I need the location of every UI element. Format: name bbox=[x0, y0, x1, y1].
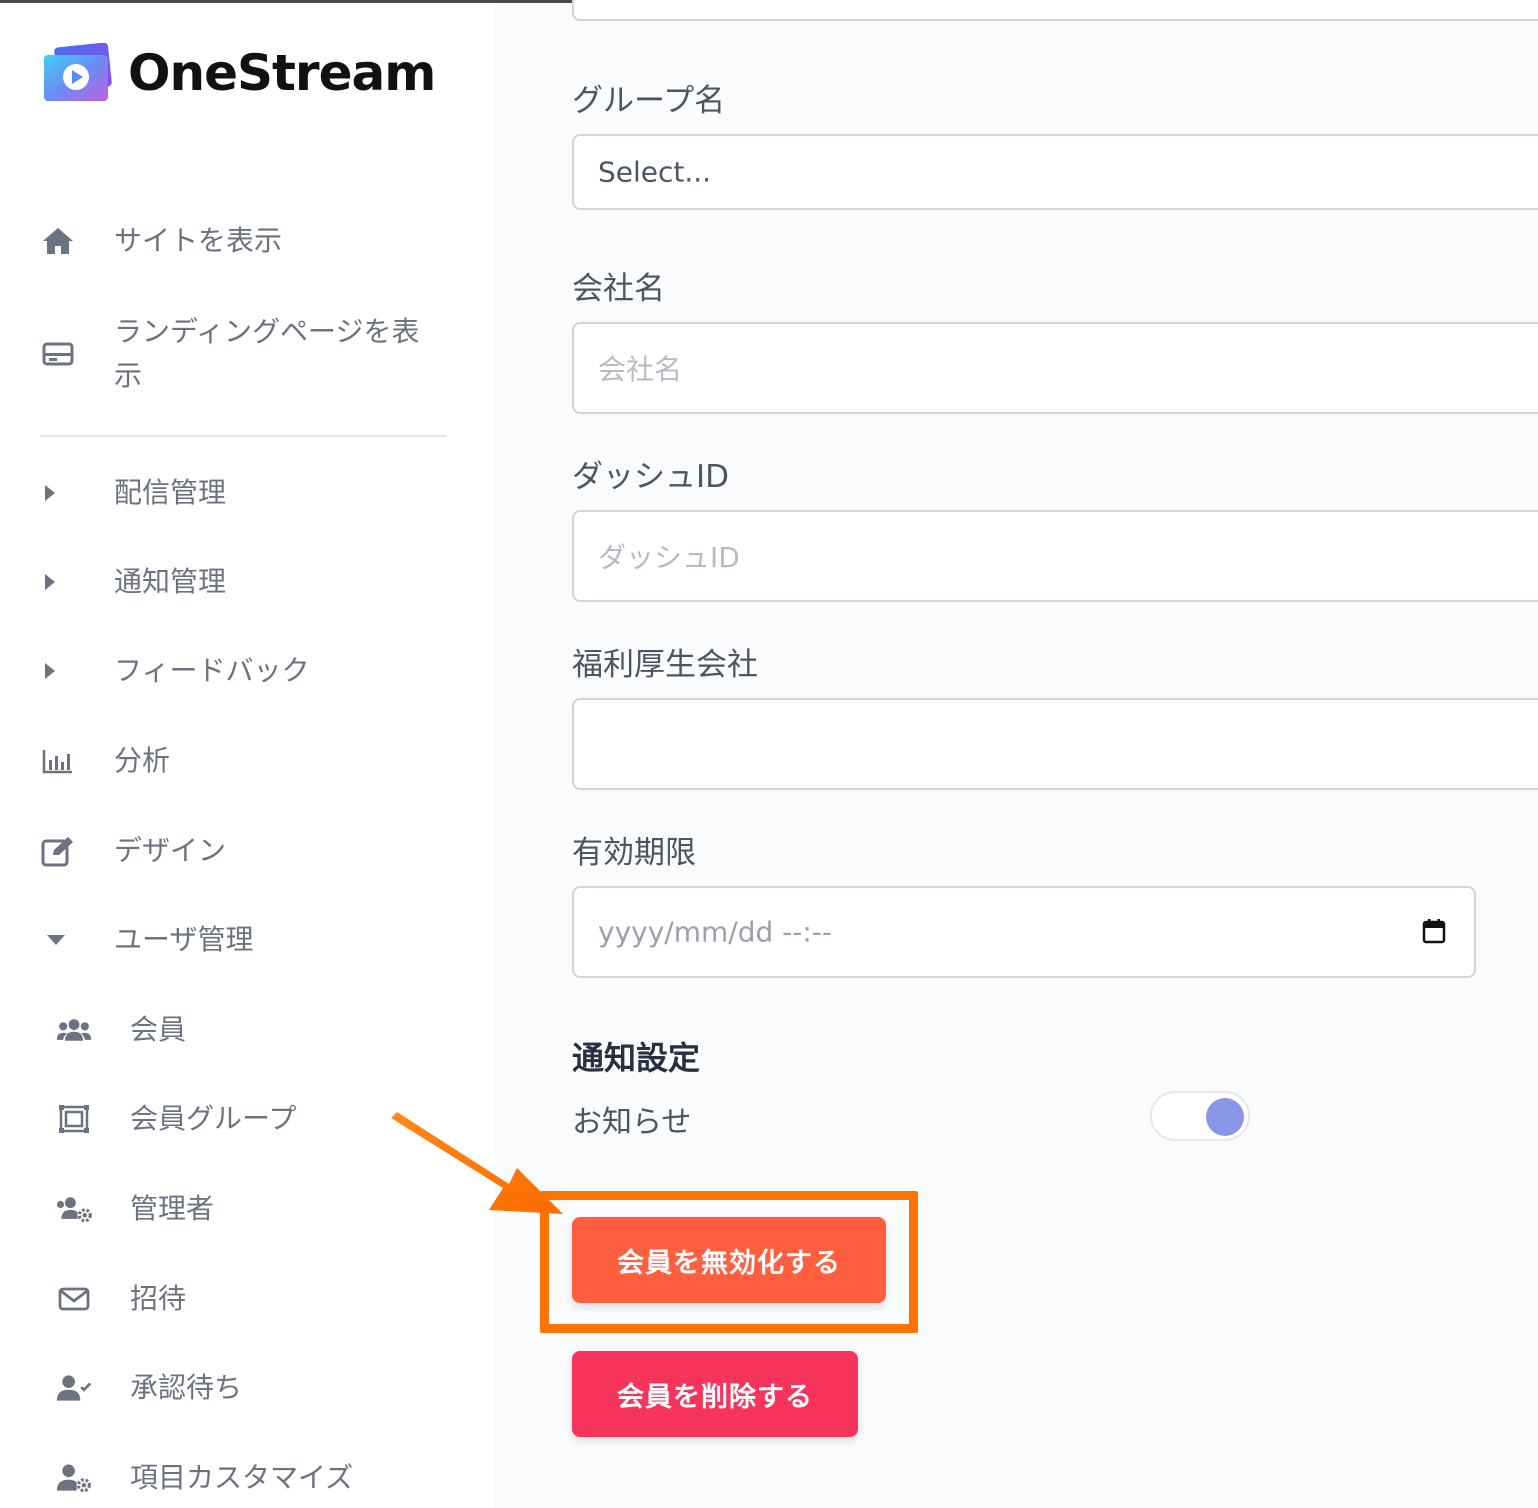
sidebar-item-user-management[interactable]: ユーザ管理 bbox=[40, 922, 253, 958]
sidebar-subitem-pending-approval[interactable]: 承認待ち bbox=[56, 1370, 242, 1406]
sidebar-subitem-label: 会員グループ bbox=[130, 1102, 297, 1135]
brand-logo[interactable]: OneStream bbox=[42, 42, 436, 103]
sidebar-item-notification[interactable]: 通知管理 bbox=[40, 564, 226, 600]
group-frame-icon bbox=[56, 1101, 92, 1137]
company-name-label: 会社名 bbox=[572, 271, 665, 307]
dash-id-label: ダッシュID bbox=[572, 459, 730, 495]
expiry-datetime-input[interactable]: yyyy/mm/dd --:-- bbox=[572, 886, 1476, 978]
users-gear-icon bbox=[56, 1191, 92, 1227]
group-name-select-value: Select... bbox=[598, 155, 712, 189]
sidebar-item-delivery[interactable]: 配信管理 bbox=[40, 475, 226, 511]
sidebar-subitem-member-groups[interactable]: 会員グループ bbox=[56, 1101, 296, 1137]
sidebar-item-label: デザイン bbox=[114, 834, 227, 867]
brand-name: OneStream bbox=[128, 44, 436, 102]
sidebar-subitem-label: 管理者 bbox=[130, 1192, 215, 1225]
sidebar-item-label-line2: 示 bbox=[114, 359, 143, 392]
sidebar-item-label: 通知管理 bbox=[114, 565, 227, 598]
expiry-placeholder: yyyy/mm/dd --:-- bbox=[598, 915, 832, 949]
welfare-company-input[interactable] bbox=[572, 698, 1538, 790]
edit-icon bbox=[40, 833, 76, 869]
landing-page-icon bbox=[40, 336, 76, 372]
sidebar-subitem-invite[interactable]: 招待 bbox=[56, 1281, 186, 1317]
caret-down-icon bbox=[40, 922, 76, 958]
sidebar-subitem-label: 招待 bbox=[130, 1282, 187, 1315]
welfare-company-label: 福利厚生会社 bbox=[572, 647, 758, 683]
caret-right-icon bbox=[40, 564, 76, 600]
caret-right-icon bbox=[40, 653, 76, 689]
dash-id-placeholder: ダッシュID bbox=[598, 541, 740, 574]
previous-field-input[interactable] bbox=[572, 0, 1538, 21]
sidebar-item-label: 分析 bbox=[114, 744, 171, 777]
bar-chart-icon bbox=[40, 743, 76, 779]
sidebar-item-design[interactable]: デザイン bbox=[40, 833, 226, 869]
company-name-placeholder: 会社名 bbox=[598, 353, 683, 386]
user-check-icon bbox=[56, 1370, 92, 1406]
sidebar: OneStream サイトを表示 ランディングページを表 示 配信管理 通知管理… bbox=[0, 3, 494, 1508]
envelope-icon bbox=[56, 1281, 92, 1317]
sidebar-divider bbox=[40, 435, 446, 437]
sidebar-subitem-members[interactable]: 会員 bbox=[56, 1012, 186, 1048]
sidebar-item-label: ユーザ管理 bbox=[114, 923, 254, 956]
sidebar-item-feedback[interactable]: フィードバック bbox=[40, 653, 309, 689]
notification-settings-title: 通知設定 bbox=[572, 1039, 701, 1077]
caret-right-icon bbox=[40, 475, 76, 511]
news-toggle-label: お知らせ bbox=[572, 1105, 692, 1140]
sidebar-subitem-admins[interactable]: 管理者 bbox=[56, 1191, 214, 1227]
sidebar-item-view-landing-page[interactable]: ランディングページを表 示 bbox=[40, 315, 419, 392]
dash-id-input[interactable]: ダッシュID bbox=[572, 510, 1538, 602]
sidebar-subitem-label: 項目カスタマイズ bbox=[130, 1461, 354, 1494]
news-toggle-knob bbox=[1206, 1098, 1244, 1136]
users-icon bbox=[56, 1012, 92, 1048]
onestream-logo-icon bbox=[42, 42, 114, 103]
sidebar-item-analytics[interactable]: 分析 bbox=[40, 743, 170, 779]
sidebar-item-view-site[interactable]: サイトを表示 bbox=[40, 223, 282, 259]
calendar-icon[interactable] bbox=[1422, 918, 1446, 948]
sidebar-item-label: 配信管理 bbox=[114, 476, 227, 509]
sidebar-subitem-label: 承認待ち bbox=[130, 1371, 243, 1404]
group-name-label: グループ名 bbox=[572, 83, 726, 119]
sidebar-item-label-line1: ランディングページを表 bbox=[114, 315, 420, 348]
sidebar-item-label: フィードバック bbox=[114, 654, 310, 687]
sidebar-item-label: サイトを表示 bbox=[114, 224, 283, 257]
news-toggle[interactable] bbox=[1150, 1091, 1250, 1141]
group-name-select[interactable]: Select... bbox=[572, 134, 1538, 210]
delete-member-button[interactable]: 会員を削除する bbox=[572, 1351, 858, 1437]
sidebar-subitem-label: 会員 bbox=[130, 1013, 187, 1046]
expiry-label: 有効期限 bbox=[572, 835, 696, 871]
company-name-input[interactable]: 会社名 bbox=[572, 322, 1538, 414]
annotation-arrow-icon bbox=[391, 1112, 563, 1214]
sidebar-subitem-field-customize[interactable]: 項目カスタマイズ bbox=[56, 1460, 353, 1496]
user-gear-icon bbox=[56, 1460, 92, 1496]
member-edit-form: グループ名 Select... 会社名 会社名 ダッシュID ダッシュID 福利… bbox=[494, 0, 1538, 1508]
disable-member-button[interactable]: 会員を無効化する bbox=[572, 1217, 886, 1303]
home-icon bbox=[40, 223, 76, 259]
